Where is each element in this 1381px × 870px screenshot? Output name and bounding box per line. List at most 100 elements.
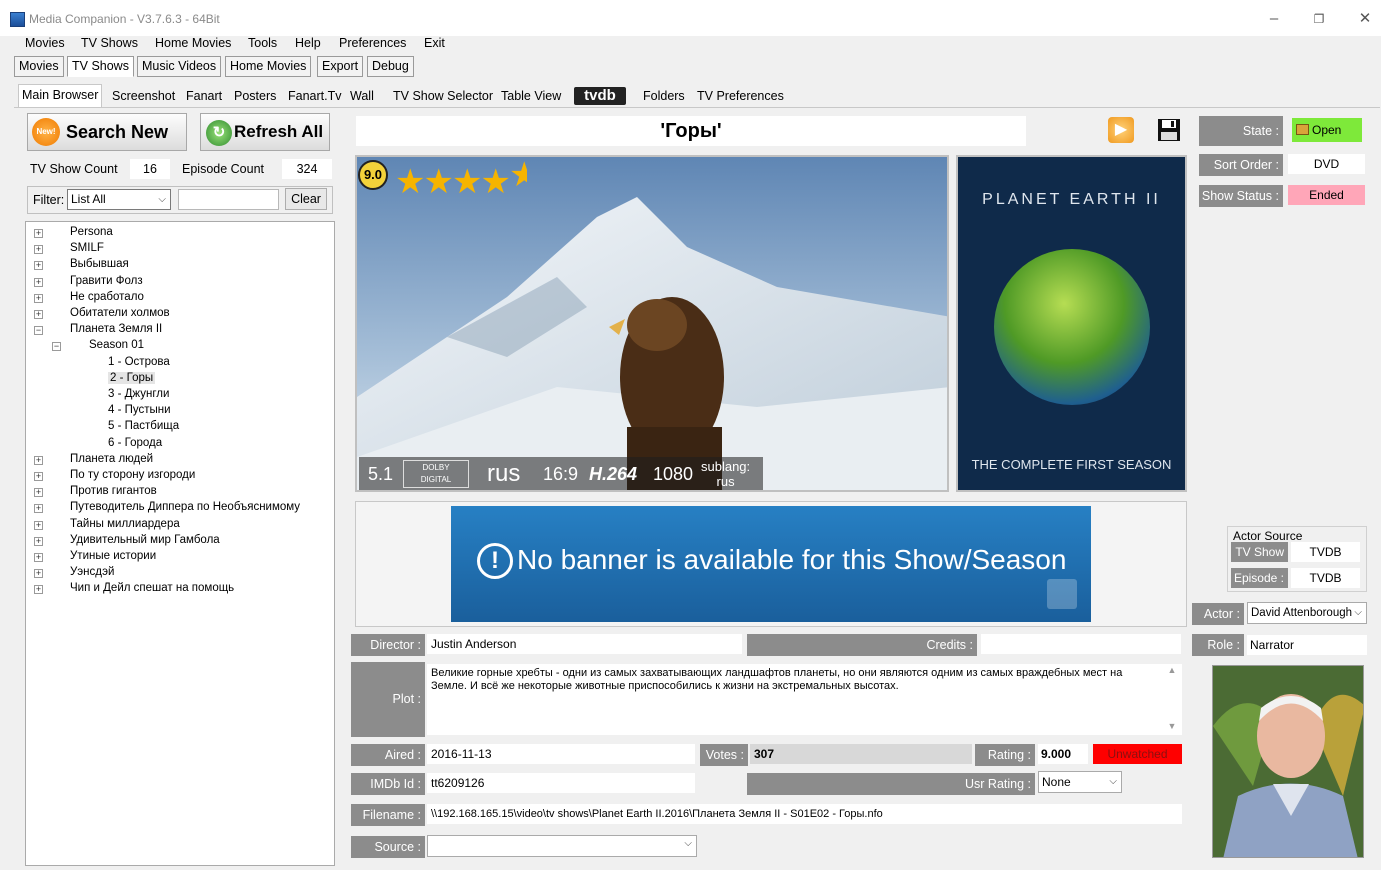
tree-item[interactable]: По ту сторону изгороди <box>70 469 195 481</box>
tree-expander-icon[interactable]: + <box>34 293 43 303</box>
save-icon[interactable] <box>1156 117 1182 143</box>
tree-expander-icon[interactable]: − <box>34 326 43 336</box>
tree-expander-icon[interactable]: − <box>52 342 61 352</box>
tab-tv-show-selector[interactable]: TV Show Selector <box>390 86 496 107</box>
role-value[interactable]: Narrator <box>1247 635 1367 655</box>
tree-item[interactable]: Season 01 <box>89 339 144 351</box>
filename-field[interactable]: \\192.168.165.15\video\tv shows\Planet E… <box>427 804 1182 824</box>
tree-expander-icon[interactable]: + <box>34 277 43 287</box>
tree-expander-icon[interactable]: + <box>34 585 43 595</box>
fanart-image[interactable]: 9.0 ★★★★★ 5.1 DOLBYDIGITAL rus 16:9 H.26… <box>355 155 949 492</box>
rating-badge: 9.0 <box>358 160 388 190</box>
menu-tv-shows[interactable]: TV Shows <box>81 36 138 50</box>
tree-item[interactable]: Persona <box>70 226 113 238</box>
tree-item[interactable]: Чип и Дейл спешат на помощь <box>70 582 234 594</box>
toolbar-debug[interactable]: Debug <box>367 56 414 77</box>
tree-item[interactable]: Утиные истории <box>70 550 156 562</box>
tree-expander-icon[interactable]: + <box>34 261 43 271</box>
tab-fanart-tv[interactable]: Fanart.Tv <box>285 86 345 107</box>
banner-placeholder[interactable]: ! No banner is available for this Show/S… <box>451 506 1091 622</box>
watched-toggle-button[interactable]: Unwatched <box>1093 744 1182 764</box>
show-status-value[interactable]: Ended <box>1288 185 1365 205</box>
clear-button[interactable]: Clear <box>285 188 327 210</box>
show-tree[interactable]: + Persona + SMILF + Выбывшая + Гравити Фолз + Не … <box>25 221 335 866</box>
filter-select[interactable]: List All ⌵ <box>67 189 171 210</box>
tab-folders[interactable]: Folders <box>640 86 688 107</box>
tree-item[interactable]: 2 - Горы <box>108 371 156 384</box>
tab-tv-preferences[interactable]: TV Preferences <box>694 86 787 107</box>
tree-item[interactable]: Планета Земля II <box>70 323 162 335</box>
tree-item[interactable]: 5 - Пастбища <box>108 420 179 432</box>
tree-expander-icon[interactable]: + <box>34 455 43 465</box>
tvshow-source-value[interactable]: TVDB <box>1291 542 1360 562</box>
menu-home-movies[interactable]: Home Movies <box>155 36 231 50</box>
refresh-all-button[interactable]: ↻ Refresh All <box>200 113 330 151</box>
tab-main-browser[interactable]: Main Browser <box>18 84 103 108</box>
tab-screenshot[interactable]: Screenshot <box>109 86 178 107</box>
credits-field[interactable] <box>981 634 1181 654</box>
filter-text-input[interactable] <box>178 189 279 210</box>
tree-item[interactable]: Против гигантов <box>70 485 157 497</box>
plot-field[interactable]: Великие горные хребты - одни из самых за… <box>427 664 1182 735</box>
tree-item[interactable]: 1 - Острова <box>108 356 170 368</box>
source-select[interactable]: ⌵ <box>427 835 697 857</box>
tree-item[interactable]: 6 - Города <box>108 437 162 449</box>
tree-item[interactable]: Не сработало <box>70 291 144 303</box>
menu-tools[interactable]: Tools <box>248 36 277 50</box>
tree-expander-icon[interactable]: + <box>34 504 43 514</box>
sort-order-value[interactable]: DVD <box>1288 154 1365 174</box>
votes-field[interactable]: 307 <box>750 744 972 764</box>
usr-rating-select[interactable]: None ⌵ <box>1038 771 1122 793</box>
tree-item[interactable]: Удивительный мир Гамбола <box>70 534 220 546</box>
menu-help[interactable]: Help <box>295 36 321 50</box>
toolbar-music-videos[interactable]: Music Videos <box>137 56 222 77</box>
imdb-field[interactable]: tt6209126 <box>427 773 695 793</box>
tree-expander-icon[interactable]: + <box>34 553 43 562</box>
episode-source-value[interactable]: TVDB <box>1291 568 1360 588</box>
tree-expander-icon[interactable]: + <box>34 472 43 481</box>
rating-field[interactable]: 9.000 <box>1038 744 1088 764</box>
play-icon[interactable]: ▶ <box>1108 117 1134 143</box>
tree-expander-icon[interactable]: + <box>34 229 43 238</box>
search-new-button[interactable]: New! Search New <box>27 113 187 151</box>
tree-item[interactable]: Выбывшая <box>70 258 129 270</box>
tree-item[interactable]: Путеводитель Диппера по Необъяснимому <box>70 501 300 513</box>
tree-item[interactable]: 3 - Джунгли <box>108 388 169 400</box>
tree-expander-icon[interactable]: + <box>34 569 43 579</box>
tree-expander-icon[interactable]: + <box>34 536 43 546</box>
tree-item[interactable]: SMILF <box>70 242 104 254</box>
actor-select[interactable]: David Attenborough ⌵ <box>1247 602 1367 624</box>
tree-expander-icon[interactable]: + <box>34 310 43 319</box>
tab-posters[interactable]: Posters <box>231 86 279 107</box>
state-open-button[interactable]: Open <box>1292 118 1362 142</box>
tree-item[interactable]: Обитатели холмов <box>70 307 170 319</box>
tree-item[interactable]: Тайны миллиардера <box>70 518 180 530</box>
tree-item[interactable]: Гравити Фолз <box>70 275 143 287</box>
minimize-icon[interactable]: – <box>1254 8 1294 30</box>
menu-movies[interactable]: Movies <box>25 36 65 50</box>
toolbar-tv-shows[interactable]: TV Shows <box>67 56 134 77</box>
tab-tvdb[interactable]: tvdb <box>574 87 626 105</box>
tab-fanart[interactable]: Fanart <box>183 86 225 107</box>
poster-image[interactable]: PLANET EARTH II THE COMPLETE FIRST SEASO… <box>956 155 1187 492</box>
tab-table-view[interactable]: Table View <box>498 86 564 107</box>
menu-preferences[interactable]: Preferences <box>339 36 406 50</box>
tree-expander-icon[interactable]: + <box>34 488 43 498</box>
menu-exit[interactable]: Exit <box>424 36 445 50</box>
tree-expander-icon[interactable]: + <box>34 245 43 255</box>
plot-scrollbar[interactable]: ▲ ▼ <box>1164 665 1180 734</box>
toolbar-movies[interactable]: Movies <box>14 56 64 77</box>
aired-field[interactable]: 2016-11-13 <box>427 744 695 764</box>
actor-photo[interactable] <box>1212 665 1364 858</box>
restore-icon[interactable]: ❐ <box>1299 8 1339 30</box>
tree-item[interactable]: 4 - Пустыни <box>108 404 171 416</box>
close-icon[interactable]: ✕ <box>1345 8 1381 30</box>
tree-expander-icon[interactable]: + <box>34 520 43 530</box>
toolbar-home-movies[interactable]: Home Movies <box>225 56 312 77</box>
chevron-down-icon: ⌵ <box>1354 607 1362 618</box>
director-field[interactable]: Justin Anderson <box>427 634 742 654</box>
toolbar-export[interactable]: Export <box>317 56 364 77</box>
tab-wall[interactable]: Wall <box>347 86 377 107</box>
tree-item[interactable]: Планета людей <box>70 453 153 465</box>
tree-item[interactable]: Уэнсдэй <box>70 566 114 578</box>
